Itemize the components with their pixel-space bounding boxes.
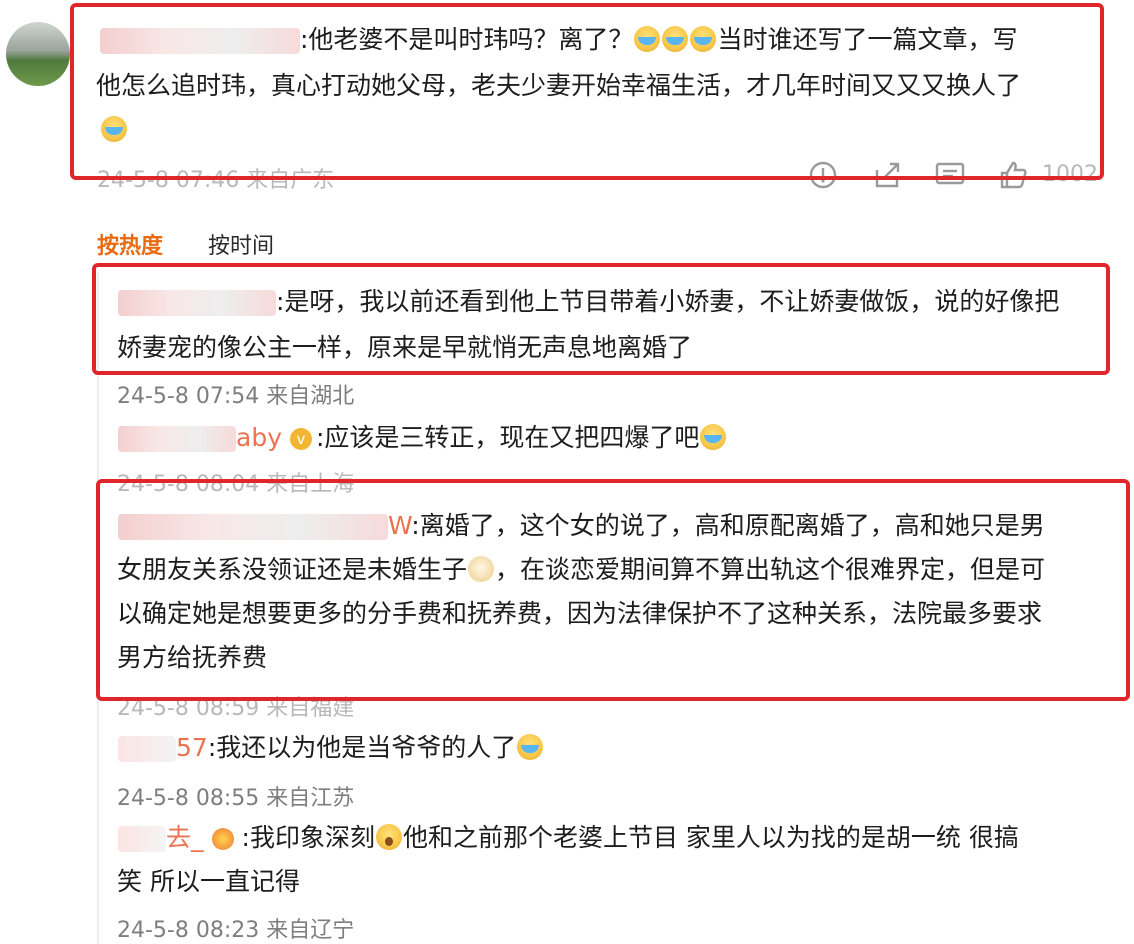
verified-badge-icon: v (289, 428, 312, 450)
sort-by-hot-tab[interactable]: 按热度 (97, 228, 163, 260)
highlight-box-reply-3 (96, 479, 1130, 701)
sort-by-time-tab[interactable]: 按时间 (208, 228, 274, 260)
reply-4-username-tail: 57 (176, 733, 208, 762)
user-avatar[interactable] (6, 22, 70, 86)
reply-5-username-tail: 去_ (166, 823, 204, 852)
blurred-username[interactable] (118, 736, 176, 762)
reply-2-line1: aby v:应该是三转正，现在又把四爆了吧 (118, 422, 727, 454)
blurred-username[interactable] (118, 426, 236, 452)
reply-1-meta: 24-5-8 07:54 来自湖北 (117, 384, 355, 409)
reply-5-line1: 去_:我印象深刻 他和之前那个老婆上节目 家里人以为找的是胡一统 很搞 (118, 822, 1019, 854)
cry-emoji-icon (517, 734, 544, 760)
reply-5-meta: 24-5-8 08:23 来自辽宁 (117, 918, 355, 943)
reply-4-line1: 57:我还以为他是当爷爷的人了 (118, 732, 544, 764)
blurred-username[interactable] (118, 826, 166, 852)
shocked-emoji-icon (375, 824, 402, 850)
reply-2-username-tail: aby (236, 423, 282, 452)
highlight-box-main-comment (70, 3, 1104, 180)
reply-5-line2: 笑 所以一直记得 (117, 867, 300, 896)
highlight-box-reply-1 (92, 263, 1110, 375)
fan-badge-icon (211, 828, 234, 850)
reply-4-meta: 24-5-8 08:55 来自江苏 (117, 786, 355, 811)
cry-emoji-icon (700, 424, 727, 450)
